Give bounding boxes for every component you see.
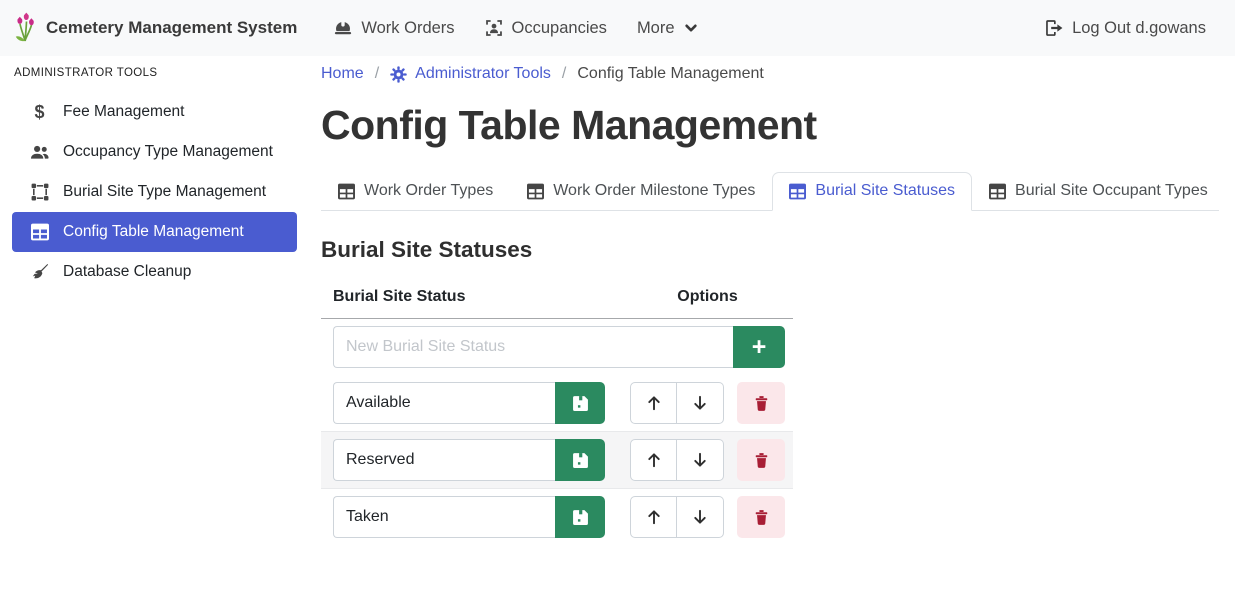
table-icon [30,223,49,241]
burial-site-status-table: Burial Site Status Options + [321,280,793,545]
sidebar-item-label: Occupancy Type Management [63,143,273,161]
sidebar-item-database-cleanup[interactable]: Database Cleanup [12,252,297,292]
table-icon [527,183,544,200]
save-icon [572,452,589,469]
new-status-row: + [321,319,793,376]
sidebar-item-label: Database Cleanup [63,263,191,281]
move-up-button[interactable] [630,439,677,481]
tab-work-order-types[interactable]: Work Order Types [321,172,510,211]
delete-button[interactable] [737,439,785,481]
arrow-down-icon [691,451,709,469]
status-input[interactable] [333,496,555,538]
section-heading: Burial Site Statuses [321,237,1219,263]
sidebar: ADMINISTRATOR TOOLS $ Fee Management Occ… [0,56,305,591]
sidebar-item-fee-management[interactable]: $ Fee Management [12,92,297,132]
nav-link-label: More [637,19,675,38]
breadcrumb-home-link[interactable]: Home [321,65,364,83]
breadcrumb-separator: / [562,65,566,83]
gear-icon [390,66,407,83]
sidebar-item-label: Config Table Management [63,223,244,241]
reorder-button-group [630,439,724,481]
column-header-options: Options [618,280,793,319]
delete-button[interactable] [737,496,785,538]
arrow-up-icon [645,508,663,526]
save-icon [572,395,589,412]
main-content: Home / [305,56,1235,591]
broom-icon [30,263,49,281]
save-button[interactable] [555,439,605,481]
arrow-down-icon [691,394,709,412]
save-button[interactable] [555,382,605,424]
breadcrumb: Home / [321,65,1219,83]
tab-label: Work Order Types [364,182,493,200]
tab-burial-site-statuses[interactable]: Burial Site Statuses [772,172,972,211]
arrow-up-icon [645,451,663,469]
reorder-button-group [630,496,724,538]
move-down-button[interactable] [677,439,724,481]
logout-icon [1045,19,1063,37]
nav-occupancies[interactable]: Occupancies [470,11,622,46]
save-icon [572,509,589,526]
sidebar-item-occupancy-type-management[interactable]: Occupancy Type Management [12,132,297,172]
move-up-button[interactable] [630,382,677,424]
move-down-button[interactable] [677,382,724,424]
caret-down-icon [684,21,698,35]
tab-burial-site-occupant-types[interactable]: Burial Site Occupant Types [972,172,1225,211]
breadcrumb-current: Config Table Management [577,65,764,83]
status-input[interactable] [333,439,555,481]
app-brand[interactable]: Cemetery Management System [14,12,297,44]
nav-more-dropdown[interactable]: More [622,11,713,46]
save-button[interactable] [555,496,605,538]
table-icon [338,183,355,200]
tulip-logo-icon [14,12,36,44]
people-icon [30,143,49,162]
arrow-down-icon [691,508,709,526]
nav-link-label: Work Orders [361,19,454,38]
column-header-status: Burial Site Status [321,280,618,319]
status-row-available [321,375,793,432]
sidebar-item-config-table-management[interactable]: Config Table Management [12,212,297,252]
hard-hat-icon [334,19,352,37]
tab-bar: Work Order Types Work Order Milestone Ty… [321,172,1219,211]
status-input[interactable] [333,382,555,424]
sidebar-item-burial-site-type-management[interactable]: Burial Site Type Management [12,172,297,212]
person-bounding-box-icon [485,19,503,37]
app-title: Cemetery Management System [46,18,297,38]
dollar-icon: $ [30,102,49,123]
arrow-up-icon [645,394,663,412]
tab-label: Work Order Milestone Types [553,182,755,200]
logout-button[interactable]: Log Out d.gowans [1030,11,1221,46]
new-status-input[interactable] [333,326,733,368]
breadcrumb-separator: / [375,65,379,83]
tab-work-order-milestone-types[interactable]: Work Order Milestone Types [510,172,772,211]
add-button[interactable]: + [733,326,785,368]
logout-label: Log Out d.gowans [1072,19,1206,38]
move-down-button[interactable] [677,496,724,538]
move-up-button[interactable] [630,496,677,538]
tab-label: Burial Site Statuses [815,182,955,200]
sidebar-item-label: Burial Site Type Management [63,183,266,201]
bounding-box-icon [30,183,49,201]
status-row-taken [321,489,793,546]
sidebar-item-label: Fee Management [63,103,185,121]
top-navbar: Cemetery Management System Work Orders O… [0,0,1235,56]
page-title: Config Table Management [321,102,1219,149]
new-status-input-group: + [333,326,785,368]
trash-icon [753,509,770,526]
sidebar-header: ADMINISTRATOR TOOLS [12,65,297,92]
trash-icon [753,395,770,412]
tab-label: Burial Site Occupant Types [1015,182,1208,200]
plus-icon: + [752,335,767,360]
table-icon [989,183,1006,200]
breadcrumb-admin-tools-link[interactable]: Administrator Tools [390,65,551,83]
reorder-button-group [630,382,724,424]
trash-icon [753,452,770,469]
delete-button[interactable] [737,382,785,424]
nav-link-label: Occupancies [512,19,607,38]
status-row-reserved [321,432,793,489]
table-icon [789,183,806,200]
nav-work-orders[interactable]: Work Orders [319,11,469,46]
